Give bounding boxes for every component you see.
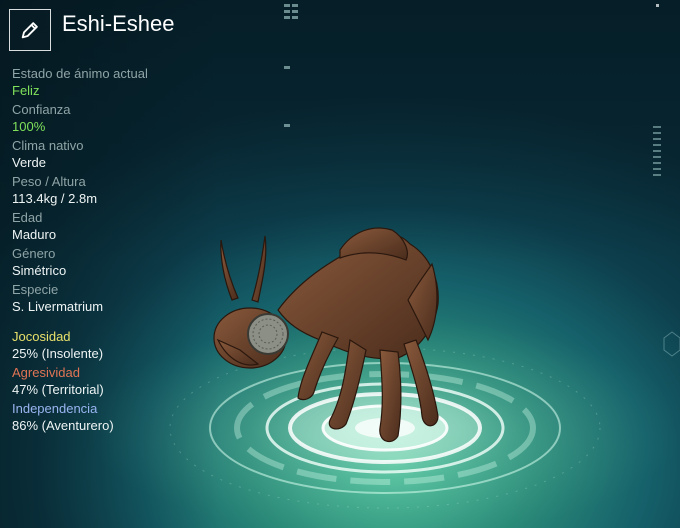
stat-label: Estado de ánimo actual xyxy=(12,66,148,81)
personality-traits: Jocosidad 25% (Insolente) Agresividad 47… xyxy=(12,329,212,437)
trait-aggression: Agresividad 47% (Territorial) xyxy=(12,365,212,398)
stat-species: Especie S. Livermatrium xyxy=(12,282,212,315)
creature-name: Eshi-Eshee xyxy=(62,11,175,36)
trait-value: 25% (Insolente) xyxy=(12,346,104,361)
stat-label: Género xyxy=(12,246,56,261)
trait-label: Independencia xyxy=(12,401,98,416)
trait-label: Jocosidad xyxy=(12,329,71,344)
stat-label: Clima nativo xyxy=(12,138,84,153)
stat-value: Simétrico xyxy=(12,263,67,278)
creature-stats: Estado de ánimo actual Feliz Confianza 1… xyxy=(12,66,212,318)
stat-label: Edad xyxy=(12,210,43,225)
stat-gender: Género Simétrico xyxy=(12,246,212,279)
stat-value: Maduro xyxy=(12,227,57,242)
trait-value: 47% (Territorial) xyxy=(12,382,104,397)
trait-label: Agresividad xyxy=(12,365,80,380)
stat-value: Verde xyxy=(12,155,46,170)
trait-playfulness: Jocosidad 25% (Insolente) xyxy=(12,329,212,362)
stat-value: 113.4kg / 2.8m xyxy=(12,191,98,206)
stat-value: 100% xyxy=(12,119,46,134)
stat-label: Confianza xyxy=(12,102,71,117)
edit-name-button[interactable] xyxy=(9,9,51,51)
trait-independence: Independencia 86% (Aventurero) xyxy=(12,401,212,434)
stat-value: S. Livermatrium xyxy=(12,299,104,314)
pencil-icon xyxy=(21,22,38,39)
stat-value: Feliz xyxy=(12,83,40,98)
trait-value: 86% (Aventurero) xyxy=(12,418,114,433)
stat-age: Edad Maduro xyxy=(12,210,212,243)
stat-label: Peso / Altura xyxy=(12,174,86,189)
stat-mood: Estado de ánimo actual Feliz xyxy=(12,66,212,99)
stat-weight-height: Peso / Altura 113.4kg / 2.8m xyxy=(12,174,212,207)
stat-climate: Clima nativo Verde xyxy=(12,138,212,171)
stat-trust: Confianza 100% xyxy=(12,102,212,135)
stat-label: Especie xyxy=(12,282,59,297)
